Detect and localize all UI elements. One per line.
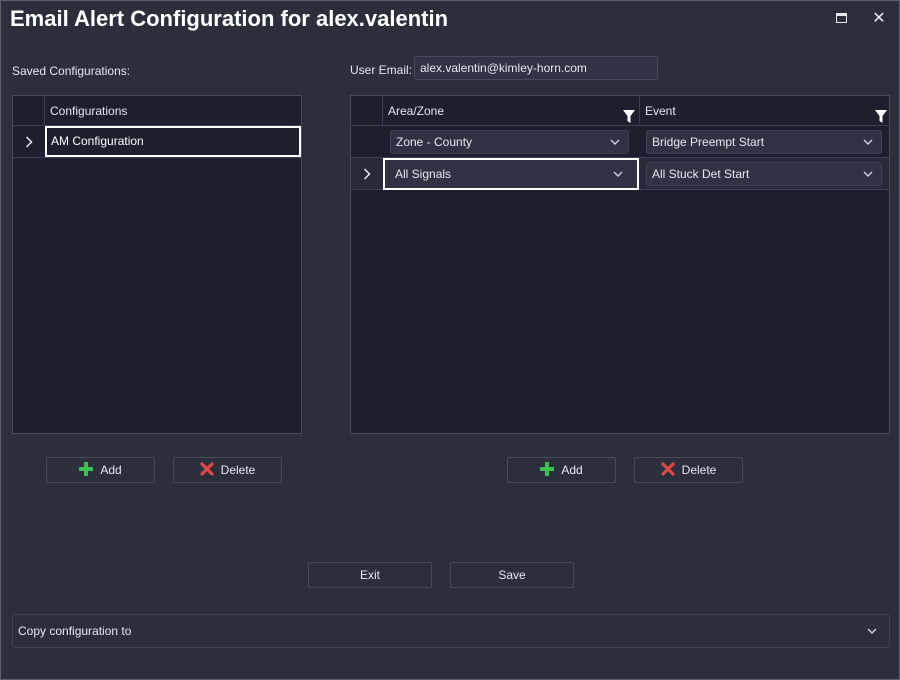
copy-configuration-dropdown[interactable]: Copy configuration to — [12, 614, 890, 648]
column-header-event[interactable]: Event — [639, 96, 891, 126]
configuration-name-cell[interactable]: AM Configuration — [45, 126, 301, 157]
event-dropdown[interactable]: All Stuck Det Start — [646, 162, 882, 186]
area-zone-dropdown[interactable]: Zone - County — [390, 130, 629, 154]
plus-icon — [540, 461, 555, 479]
area-zone-dropdown[interactable]: All Signals — [383, 158, 639, 190]
chevron-down-icon — [863, 131, 873, 161]
configurations-grid-header: Configurations — [13, 96, 301, 126]
add-button-label: Add — [100, 463, 122, 477]
configurations-grid: Configurations AM Configuration — [12, 95, 302, 434]
column-header-configurations[interactable]: Configurations — [44, 96, 303, 126]
add-alert-button[interactable]: Add — [507, 457, 616, 483]
delete-alert-button[interactable]: Delete — [634, 457, 743, 483]
x-icon — [661, 461, 675, 479]
save-button[interactable]: Save — [450, 562, 574, 588]
plus-icon — [79, 461, 94, 479]
delete-button-label: Delete — [681, 463, 717, 477]
table-row[interactable]: AM Configuration — [13, 126, 301, 158]
table-row[interactable]: Zone - County Bridge Preempt Start — [351, 126, 889, 158]
exit-button[interactable]: Exit — [308, 562, 432, 588]
alerts-grid: Area/Zone Event Zone - County Bridge Pre… — [350, 95, 890, 434]
email-alert-window: Email Alert Configuration for alex.valen… — [0, 0, 900, 680]
chevron-right-icon — [13, 126, 45, 157]
chevron-down-icon — [863, 163, 873, 193]
user-email-input[interactable] — [414, 56, 658, 80]
chevron-down-icon — [610, 131, 620, 161]
event-value: All Stuck Det Start — [652, 167, 750, 181]
add-button-label: Add — [561, 463, 583, 477]
copy-configuration-label: Copy configuration to — [18, 624, 132, 638]
event-value: Bridge Preempt Start — [652, 135, 765, 149]
add-configuration-button[interactable]: Add — [46, 457, 155, 483]
area-zone-header-label: Area/Zone — [388, 104, 445, 118]
delete-configuration-button[interactable]: Delete — [173, 457, 282, 483]
maximize-icon — [835, 13, 847, 23]
delete-button-label: Delete — [220, 463, 256, 477]
saved-configurations-label: Saved Configurations: — [12, 64, 131, 78]
event-dropdown[interactable]: Bridge Preempt Start — [646, 130, 882, 154]
close-icon: ✕ — [872, 10, 886, 27]
maximize-button[interactable] — [830, 7, 852, 29]
column-header-area-zone[interactable]: Area/Zone — [382, 96, 639, 126]
window-title: Email Alert Configuration for alex.valen… — [10, 6, 449, 31]
alerts-grid-header: Area/Zone Event — [351, 96, 889, 126]
close-button[interactable]: ✕ — [868, 7, 890, 29]
area-zone-value: Zone - County — [396, 135, 473, 149]
area-zone-value: All Signals — [395, 167, 452, 181]
chevron-right-icon — [351, 158, 383, 189]
table-row[interactable]: All Signals All Stuck Det Start — [351, 158, 889, 190]
user-email-label: User Email: — [350, 63, 413, 77]
chevron-down-icon — [867, 620, 877, 655]
x-icon — [200, 461, 214, 479]
chevron-down-icon — [613, 163, 623, 196]
event-header-label: Event — [645, 104, 676, 118]
